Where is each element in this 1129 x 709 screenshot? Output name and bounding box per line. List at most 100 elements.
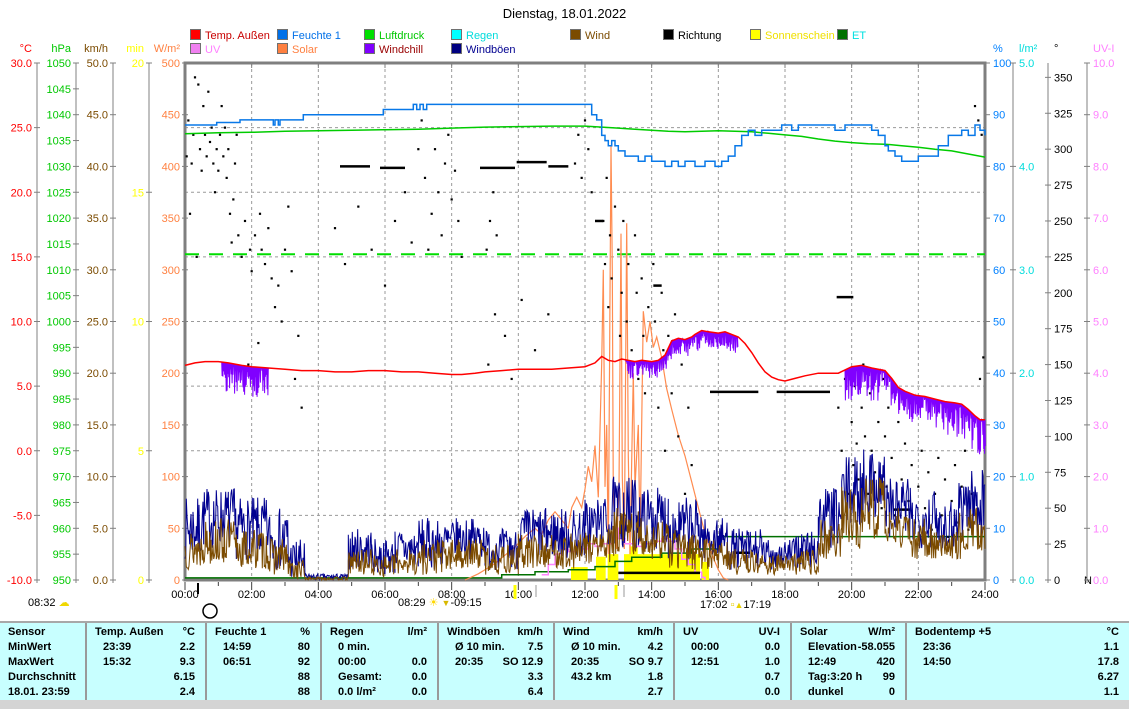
svg-text:350: 350	[1054, 72, 1072, 84]
cell-value: 0.0	[412, 685, 427, 700]
cell-value: 80	[298, 640, 310, 655]
col-header-name: Wind	[563, 625, 590, 640]
cell-value: 1.0	[765, 655, 780, 670]
svg-text:985: 985	[53, 394, 71, 406]
svg-text:5.0: 5.0	[1019, 58, 1034, 70]
cell-time: 23:39	[103, 640, 131, 655]
cell-value: 3.3	[528, 670, 543, 685]
svg-text:5: 5	[138, 446, 144, 458]
svg-text:40.0: 40.0	[87, 161, 108, 173]
svg-text:30.0: 30.0	[87, 265, 108, 277]
cell-time: 0.0 l/m²	[338, 685, 376, 700]
svg-text:1035: 1035	[47, 136, 71, 148]
svg-text:10.0: 10.0	[11, 317, 32, 329]
svg-text:20:00: 20:00	[838, 589, 866, 601]
svg-text:450: 450	[162, 110, 180, 122]
svg-text:0: 0	[993, 575, 999, 587]
table-col-windb-en: Windböenkm/hØ 10 min.7.520:35SO 12.93.36…	[437, 623, 553, 702]
cell-time: 43.2 km	[571, 670, 611, 685]
svg-text:970: 970	[53, 472, 71, 484]
cell-value: 420	[877, 655, 895, 670]
cell-value: 9.3	[180, 655, 195, 670]
svg-text:150: 150	[1054, 360, 1072, 372]
svg-text:8.0: 8.0	[1093, 161, 1108, 173]
svg-text:0.0: 0.0	[1019, 575, 1034, 587]
svg-text:°C: °C	[20, 43, 32, 55]
svg-text:250: 250	[162, 317, 180, 329]
cell-value: 2.2	[180, 640, 195, 655]
svg-text:min: min	[126, 43, 144, 55]
svg-text:150: 150	[162, 420, 180, 432]
svg-text:20: 20	[132, 58, 144, 70]
svg-text:hPa: hPa	[51, 43, 71, 55]
svg-text:-5.0: -5.0	[13, 510, 32, 522]
svg-text:-10.0: -10.0	[7, 575, 32, 587]
cell-value: 1.8	[648, 670, 663, 685]
svg-text:300: 300	[1054, 144, 1072, 156]
cell-time: 06:51	[223, 655, 251, 670]
svg-text:20.0: 20.0	[87, 368, 108, 380]
table-row-label: 18.01. 23:59	[8, 685, 70, 700]
cell-value: 17.8	[1098, 655, 1119, 670]
cell-time: 00:00	[338, 655, 366, 670]
svg-text:0.0: 0.0	[17, 446, 32, 458]
svg-text:300: 300	[162, 265, 180, 277]
col-header-unit: km/h	[637, 625, 663, 640]
cell-value: 92	[298, 655, 310, 670]
col-header-unit: l/m²	[407, 625, 427, 640]
svg-text:14:00: 14:00	[638, 589, 666, 601]
cell-time: dunkel	[808, 685, 843, 700]
svg-text:l/m²: l/m²	[1019, 43, 1038, 55]
svg-text:3.0: 3.0	[1019, 265, 1034, 277]
svg-text:6.0: 6.0	[1093, 265, 1108, 277]
svg-text:0.0: 0.0	[93, 575, 108, 587]
svg-text:35.0: 35.0	[87, 213, 108, 225]
svg-text:04:00: 04:00	[305, 589, 333, 601]
cell-value: 0.0	[765, 685, 780, 700]
cell-time: Ø 10 min.	[571, 640, 621, 655]
table-row-labels: SensorMinWertMaxWertDurchschnitt18.01. 2…	[0, 623, 85, 702]
sun-icon: ☀	[429, 597, 439, 609]
svg-text:25: 25	[1054, 539, 1066, 551]
svg-text:%: %	[993, 43, 1003, 55]
svg-text:950: 950	[53, 575, 71, 587]
cell-value: -58.055	[858, 640, 895, 655]
svg-text:25.0: 25.0	[87, 317, 108, 329]
cell-value: 1.1	[1104, 685, 1119, 700]
cell-value: 2.7	[648, 685, 663, 700]
table-row-label: Durchschnitt	[8, 670, 76, 685]
cell-time: 14:50	[923, 655, 951, 670]
weather-station-app: Dienstag, 18.01.2022 Temp. AußenFeuchte …	[0, 0, 1129, 709]
svg-text:1040: 1040	[47, 110, 71, 122]
svg-text:20: 20	[993, 472, 1005, 484]
svg-text:15.0: 15.0	[87, 420, 108, 432]
svg-text:200: 200	[1054, 288, 1072, 300]
svg-text:1050: 1050	[47, 58, 71, 70]
footer-strip	[0, 700, 1129, 709]
sunset-annotation: 17:02 ▫▲17:19	[700, 599, 771, 611]
cell-value: SO 9.7	[629, 655, 663, 670]
svg-text:955: 955	[53, 549, 71, 561]
svg-text:10: 10	[993, 523, 1005, 535]
svg-text:9.0: 9.0	[1093, 110, 1108, 122]
col-header-unit: °C	[1107, 625, 1119, 640]
table-row-label: MinWert	[8, 640, 51, 655]
svg-text:100: 100	[993, 58, 1011, 70]
svg-text:990: 990	[53, 368, 71, 380]
svg-text:10: 10	[132, 317, 144, 329]
col-header-unit: W/m²	[868, 625, 895, 640]
svg-text:°: °	[1054, 43, 1058, 55]
svg-text:60: 60	[993, 265, 1005, 277]
cell-time: 14:59	[223, 640, 251, 655]
table-col-bodentemp-5: Bodentemp +5°C23:361.114:5017.86.271.1	[905, 623, 1129, 702]
svg-text:1045: 1045	[47, 84, 71, 96]
cell-time: 15:32	[103, 655, 131, 670]
svg-text:30.0: 30.0	[11, 58, 32, 70]
cell-time: Gesamt:	[338, 670, 382, 685]
svg-text:0: 0	[174, 575, 180, 587]
cell-time: 12:49	[808, 655, 836, 670]
svg-text:0.0: 0.0	[1093, 575, 1108, 587]
col-header-unit: km/h	[517, 625, 543, 640]
col-header-name: Temp. Außen	[95, 625, 163, 640]
svg-text:40: 40	[993, 368, 1005, 380]
